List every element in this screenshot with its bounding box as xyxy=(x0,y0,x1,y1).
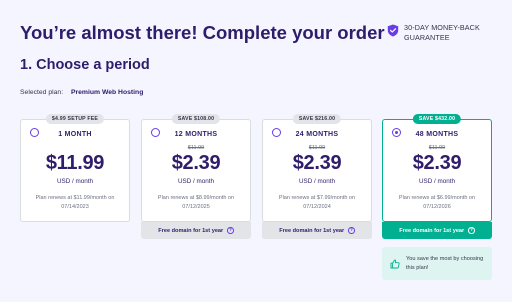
plan-old-price: $11.99 xyxy=(187,145,205,151)
plan-price: $2.39 xyxy=(412,152,462,174)
plan-unit: USD / month xyxy=(298,178,336,185)
plan-period: 12 MONTHS xyxy=(174,131,218,138)
plan-unit: USD / month xyxy=(177,178,215,185)
plan-badge: SAVE $216.00 xyxy=(292,114,342,124)
best-value-note-text: You save the most by choosing this plan! xyxy=(406,256,484,271)
plan-price: $11.99 xyxy=(45,152,105,174)
plan-badge: SAVE $108.00 xyxy=(171,114,221,124)
plan-card-48-months[interactable]: SAVE $432.00 48 MONTHS $11.99 $2.39 USD … xyxy=(382,114,492,222)
plan-unit: USD / month xyxy=(418,178,456,185)
selected-plan-name: Premium Web Hosting xyxy=(70,89,144,96)
plan-card-24-months[interactable]: SAVE $216.00 24 MONTHS $11.99 $2.39 USD … xyxy=(262,114,372,222)
plan-period: 1 MONTH xyxy=(58,131,92,138)
free-domain-bar: Free domain for 1st year ? xyxy=(382,222,492,239)
plan-card-1-month[interactable]: $4.99 SETUP FEE 1 MONTH $11.99 USD / mon… xyxy=(20,114,130,222)
free-domain-bar: Free domain for 1st year ? xyxy=(262,222,372,239)
plan-old-price: $11.99 xyxy=(308,145,326,151)
section-title: 1. Choose a period xyxy=(20,57,150,73)
selected-plan: Selected plan: Premium Web Hosting xyxy=(20,89,143,96)
shield-check-icon xyxy=(387,24,399,37)
money-back-guarantee: 30-DAY MONEY-BACK GUARANTEE xyxy=(387,23,499,42)
plan-badge: SAVE $432.00 xyxy=(412,114,462,124)
guarantee-text: 30-DAY MONEY-BACK GUARANTEE xyxy=(404,23,480,42)
plan-renewal-text: Plan renews at $11.99/month on 07/14/202… xyxy=(35,195,115,210)
info-icon[interactable]: ? xyxy=(468,227,475,234)
page-title: You’re almost there! Complete your order xyxy=(20,22,385,43)
plan-renewal-text: Plan renews at $8.99/month on 07/12/2025 xyxy=(157,195,235,210)
plan-renewal-text: Plan renews at $7.99/month on 07/12/2024 xyxy=(278,195,356,210)
info-icon[interactable]: ? xyxy=(227,227,234,234)
plan-card-12-months[interactable]: SAVE $108.00 12 MONTHS $11.99 $2.39 USD … xyxy=(141,114,251,222)
best-value-note: You save the most by choosing this plan! xyxy=(382,247,492,280)
plan-period: 48 MONTHS xyxy=(415,131,459,138)
free-domain-bar: Free domain for 1st year ? xyxy=(141,222,251,239)
plan-price: $2.39 xyxy=(292,152,342,174)
plan-renewal-text: Plan renews at $6.99/month on 07/12/2026 xyxy=(398,195,476,210)
free-domain-label: Free domain for 1st year xyxy=(158,227,224,234)
free-domain-label: Free domain for 1st year xyxy=(399,227,465,234)
plan-badge: $4.99 SETUP FEE xyxy=(45,114,105,124)
plan-price: $2.39 xyxy=(171,152,221,174)
info-icon[interactable]: ? xyxy=(348,227,355,234)
plan-period: 24 MONTHS xyxy=(295,131,339,138)
plan-unit: USD / month xyxy=(56,178,94,185)
free-domain-label: Free domain for 1st year xyxy=(279,227,345,234)
plan-old-price: $11.99 xyxy=(428,145,446,151)
selected-plan-label: Selected plan: xyxy=(20,89,64,96)
thumbs-up-icon xyxy=(390,259,400,268)
